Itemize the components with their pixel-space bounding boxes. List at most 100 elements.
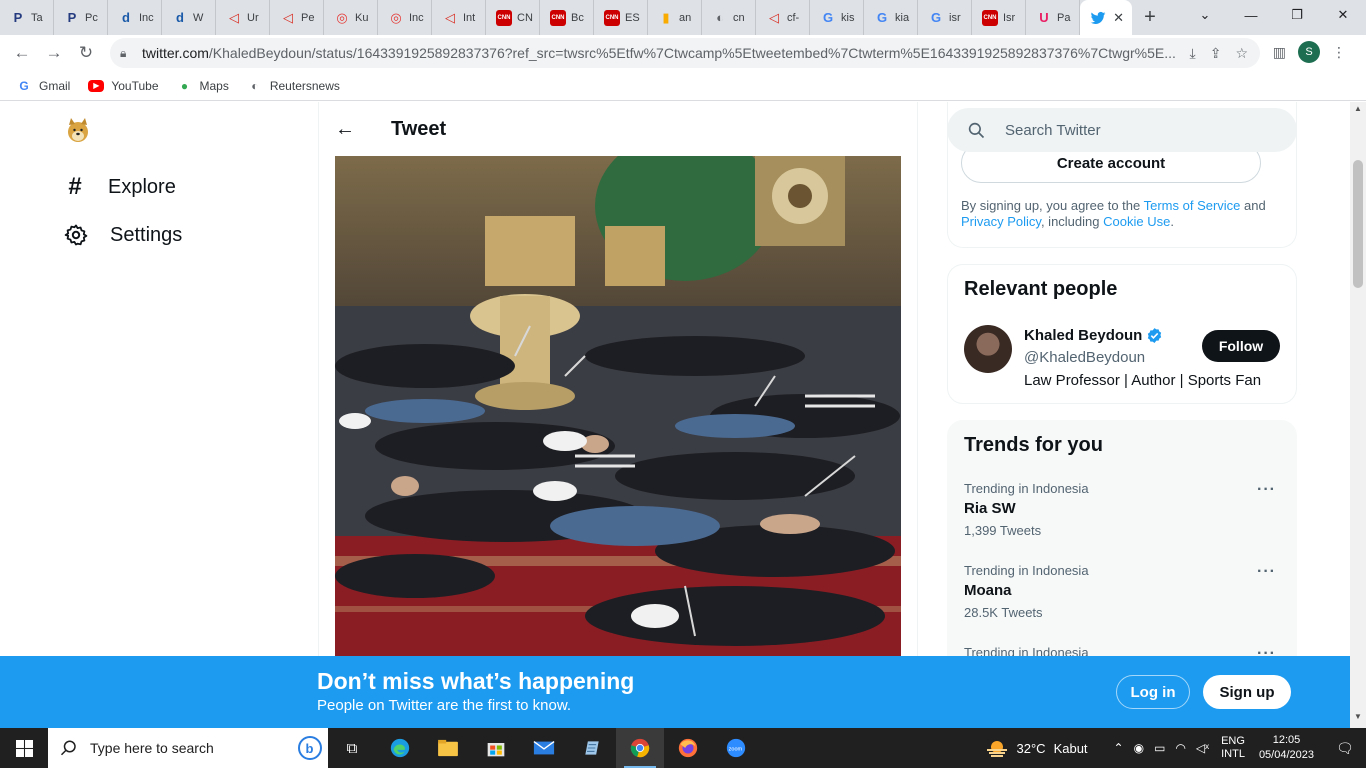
side-panel-icon[interactable]: ▥ (1273, 44, 1286, 61)
bing-icon[interactable]: b (298, 736, 322, 760)
nav-explore[interactable]: # Explore (64, 173, 176, 201)
browser-tab[interactable]: dW (162, 0, 216, 35)
hashtag-icon: # (68, 173, 82, 200)
trend-item[interactable]: Trending in Indonesia Ria SW 1,399 Tweets ·… (964, 481, 1284, 538)
bookmark-label: YouTube (111, 78, 159, 93)
scroll-up-icon[interactable]: ▲ (1350, 104, 1366, 118)
tab-active-twitter[interactable]: ✕ (1080, 0, 1132, 35)
bookmark-item[interactable]: ▶ YouTube (88, 78, 159, 93)
clock[interactable]: 12:05 05/04/2023 (1259, 733, 1314, 763)
trend-count: 28.5K Tweets (964, 605, 1043, 620)
signup-button[interactable]: Sign up (1203, 675, 1291, 709)
trend-item[interactable]: Trending in Indonesia Moana 28.5K Tweets ··… (964, 563, 1284, 620)
back-button[interactable]: ← (6, 37, 38, 69)
profile-avatar[interactable]: S (1298, 41, 1320, 63)
more-options-icon[interactable]: ··· (1257, 481, 1276, 499)
notification-icon[interactable]: 🗨︎ (1336, 740, 1366, 757)
browser-tab[interactable]: CNN Isr (972, 0, 1026, 35)
menu-kebab-icon[interactable]: ⋮ (1332, 44, 1346, 61)
tab-search-icon[interactable]: ⌄ (1182, 0, 1228, 30)
new-tab-button[interactable]: + (1132, 0, 1168, 35)
firefox-icon[interactable] (664, 728, 712, 768)
browser-tab[interactable]: CNN CN (486, 0, 540, 35)
close-window-button[interactable]: ✕ (1320, 0, 1366, 30)
weather-temp: 32°C (1016, 740, 1046, 756)
wifi-icon[interactable]: ◠ (1175, 741, 1185, 755)
mail-icon[interactable] (520, 728, 568, 768)
avatar[interactable] (964, 325, 1012, 373)
close-tab-icon[interactable]: ✕ (1113, 10, 1124, 26)
taskbar-search[interactable]: Type here to search b (48, 728, 328, 768)
lock-icon[interactable]: 🔒︎ (120, 46, 142, 61)
zoom-icon[interactable]: zoom (712, 728, 760, 768)
taskbar-search-input[interactable]: Type here to search (90, 740, 214, 756)
page-scrollbar[interactable]: ▲ ▼ (1350, 102, 1366, 728)
bookmark-item[interactable]: ◐ Reutersnews (247, 78, 340, 94)
reload-button[interactable]: ↻ (70, 37, 102, 69)
webcam-icon[interactable]: ◉ (1134, 741, 1144, 755)
restore-button[interactable]: ❐ (1274, 0, 1320, 30)
cookie-link[interactable]: Cookie Use (1103, 214, 1170, 229)
more-options-icon[interactable]: ··· (1257, 563, 1276, 581)
browser-tab[interactable]: U Pa (1026, 0, 1080, 35)
notes-app-icon[interactable] (568, 728, 616, 768)
start-button[interactable] (0, 728, 48, 768)
minimize-button[interactable]: — (1228, 0, 1274, 30)
bookmark-item[interactable]: ● Maps (177, 78, 229, 94)
browser-tab[interactable]: ◎ Ku (324, 0, 378, 35)
tray-chevron-up-icon[interactable]: ⌃ (1114, 741, 1124, 755)
detik-icon: d (122, 10, 130, 25)
task-view-icon[interactable]: ⧉ (328, 728, 376, 768)
browser-tab[interactable]: P Ta (0, 0, 54, 35)
person-name[interactable]: Khaled Beydoun (1024, 327, 1163, 344)
google-icon: G (822, 10, 834, 25)
login-button[interactable]: Log in (1116, 675, 1190, 709)
browser-tab[interactable]: Gisr (918, 0, 972, 35)
file-explorer-icon[interactable] (424, 728, 472, 768)
back-arrow-icon[interactable]: ← (335, 118, 391, 141)
chrome-icon[interactable] (616, 728, 664, 768)
browser-tab[interactable]: ◁ Int (432, 0, 486, 35)
language-indicator[interactable]: ENG INTL (1221, 735, 1245, 761)
tweet-media-image[interactable] (335, 156, 901, 676)
doge-logo-icon[interactable] (66, 116, 90, 144)
browser-tab[interactable]: CNN ES (594, 0, 648, 35)
volume-muted-icon[interactable]: ◁ˣ (1196, 741, 1209, 755)
scrollbar-thumb[interactable] (1353, 160, 1363, 288)
bookmark-item[interactable]: G Gmail (16, 78, 70, 94)
trend-name: Ria SW (964, 500, 1016, 517)
address-bar[interactable]: 🔒︎ twitter.com/KhaledBeydoun/status/1643… (110, 38, 1260, 68)
twitter-bird-icon (1090, 11, 1106, 24)
trend-count: 1,399 Tweets (964, 523, 1042, 538)
battery-plug-icon[interactable]: ▭ (1154, 741, 1165, 755)
browser-tab[interactable]: ◁ cf- (756, 0, 810, 35)
weather-widget[interactable]: 32°C Kabut (985, 738, 1088, 758)
search-box[interactable]: Search Twitter (947, 108, 1297, 152)
browser-tab[interactable]: P Pc (54, 0, 108, 35)
edge-icon[interactable] (376, 728, 424, 768)
google-icon: G (876, 10, 888, 25)
browser-tab[interactable]: d Inc (108, 0, 162, 35)
scroll-down-icon[interactable]: ▼ (1350, 712, 1366, 726)
browser-tab[interactable]: ◐ cn (702, 0, 756, 35)
bookmark-star-icon[interactable]: ☆ (1235, 45, 1248, 62)
follow-button[interactable]: Follow (1202, 330, 1280, 362)
person-handle[interactable]: @KhaledBeydoun (1024, 349, 1145, 366)
browser-tab[interactable]: CNN Bc (540, 0, 594, 35)
browser-tab[interactable]: ▮ an (648, 0, 702, 35)
privacy-link[interactable]: Privacy Policy (961, 214, 1041, 229)
browser-tab[interactable]: ◁ Ur (216, 0, 270, 35)
nav-settings[interactable]: Settings (64, 223, 182, 247)
url-text[interactable]: twitter.com/KhaledBeydoun/status/1643391… (142, 45, 1190, 61)
browser-tab[interactable]: Gkis (810, 0, 864, 35)
store-icon[interactable] (472, 728, 520, 768)
search-input[interactable]: Search Twitter (1005, 122, 1101, 139)
browser-tab[interactable]: ◎ Inc (378, 0, 432, 35)
browser-tab[interactable]: Gkia (864, 0, 918, 35)
terms-link[interactable]: Terms of Service (1144, 198, 1241, 213)
browser-tab[interactable]: ◁ Pe (270, 0, 324, 35)
install-app-icon[interactable]: ⤓ (1190, 45, 1196, 62)
forward-button[interactable]: → (38, 37, 70, 69)
share-icon[interactable]: ⇪ (1210, 45, 1222, 62)
nav-explore-label: Explore (108, 175, 176, 198)
